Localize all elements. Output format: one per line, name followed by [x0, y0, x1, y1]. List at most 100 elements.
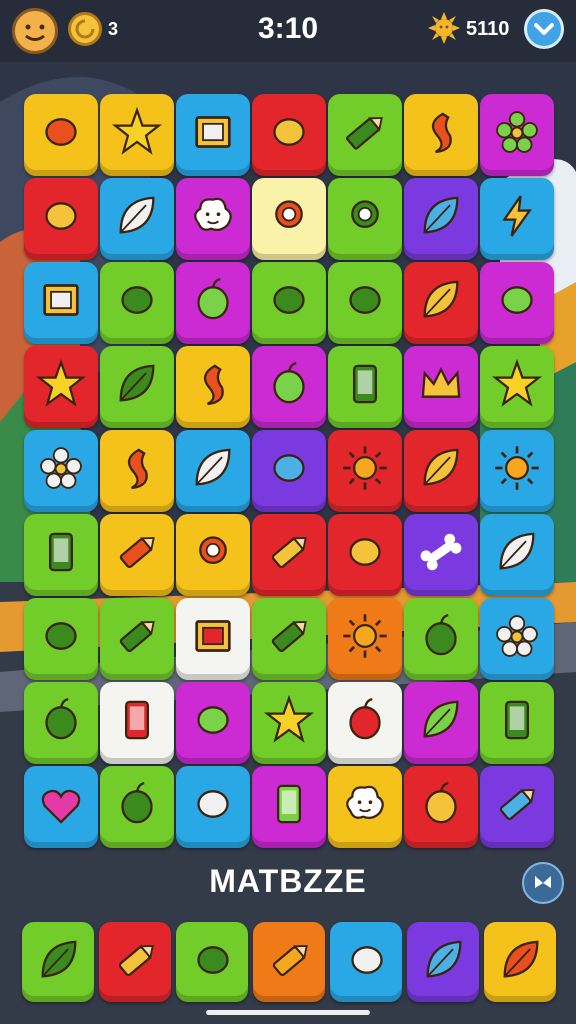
board-tile[interactable]: [480, 682, 554, 764]
board-tile[interactable]: [176, 262, 250, 344]
board-tile[interactable]: [24, 598, 98, 680]
apple-icon: [404, 766, 478, 842]
board-tile[interactable]: [100, 262, 174, 344]
board-tile[interactable]: [176, 514, 250, 596]
board-tile[interactable]: [480, 262, 554, 344]
leaf-icon: [404, 178, 478, 254]
board-tile[interactable]: [404, 430, 478, 512]
maple-leaf-icon: [404, 430, 478, 506]
board-tile[interactable]: [24, 682, 98, 764]
plum-icon: [24, 682, 98, 758]
phone-icon: [252, 766, 326, 842]
board-tile[interactable]: [252, 94, 326, 176]
diamond-sign-icon: [252, 262, 326, 338]
board-tile[interactable]: [480, 346, 554, 428]
board-tile[interactable]: [328, 262, 402, 344]
board-tile[interactable]: [100, 94, 174, 176]
game-title: MATBZZE: [209, 863, 367, 899]
board-tile[interactable]: [252, 682, 326, 764]
board-tile[interactable]: [252, 598, 326, 680]
board-tile[interactable]: [24, 262, 98, 344]
top-bar: 3 3:10 5110: [0, 0, 576, 62]
board-tile[interactable]: [328, 598, 402, 680]
board-tile[interactable]: [404, 178, 478, 260]
board-tile[interactable]: [24, 346, 98, 428]
tray-tile[interactable]: [484, 922, 556, 1002]
board-tile[interactable]: [252, 430, 326, 512]
board-tile[interactable]: [24, 430, 98, 512]
target-icon: [252, 178, 326, 254]
board-tile[interactable]: [100, 682, 174, 764]
board-tile[interactable]: [252, 262, 326, 344]
board-tile[interactable]: [480, 598, 554, 680]
board-tile[interactable]: [404, 766, 478, 848]
sun-icon: [428, 12, 460, 44]
board-tile[interactable]: [328, 514, 402, 596]
board-tile[interactable]: [100, 178, 174, 260]
board-tile[interactable]: [480, 430, 554, 512]
board-tile[interactable]: [252, 178, 326, 260]
board-tile[interactable]: [404, 514, 478, 596]
board-tile[interactable]: [404, 262, 478, 344]
board-tile[interactable]: [404, 346, 478, 428]
square-icon: [176, 598, 250, 674]
coin-icon: [68, 12, 102, 46]
board-tile[interactable]: [328, 430, 402, 512]
menu-button[interactable]: [524, 9, 564, 49]
coin-count: 3: [108, 19, 119, 39]
board-tile[interactable]: [328, 346, 402, 428]
apple-icon: [176, 262, 250, 338]
board-tile[interactable]: [24, 94, 98, 176]
drop-icon: [100, 430, 174, 506]
board-tile[interactable]: [100, 514, 174, 596]
board-tile[interactable]: [480, 514, 554, 596]
flag-icon: [330, 922, 404, 998]
board-tile[interactable]: [176, 430, 250, 512]
board-tile[interactable]: [176, 346, 250, 428]
board-tile[interactable]: [100, 766, 174, 848]
board-tile[interactable]: [176, 178, 250, 260]
tray-tile[interactable]: [253, 922, 325, 1002]
board-tile[interactable]: [24, 514, 98, 596]
leaf-icon: [404, 682, 478, 758]
star-icon: [480, 346, 554, 422]
board-tile[interactable]: [480, 178, 554, 260]
board-tile[interactable]: [176, 766, 250, 848]
chevron-down-icon: [534, 23, 554, 35]
tray-tile[interactable]: [99, 922, 171, 1002]
star-icon: [100, 94, 174, 170]
board-tile[interactable]: [176, 682, 250, 764]
board-tile[interactable]: [252, 346, 326, 428]
leaf-icon: [404, 262, 478, 338]
tray-tile[interactable]: [407, 922, 479, 1002]
board-tile[interactable]: [480, 766, 554, 848]
board-tile[interactable]: [176, 598, 250, 680]
board-tile[interactable]: [328, 766, 402, 848]
board-tile[interactable]: [100, 346, 174, 428]
heart-icon: [24, 766, 98, 842]
tray-tile[interactable]: [330, 922, 402, 1002]
tray-tile[interactable]: [176, 922, 248, 1002]
tray-tile[interactable]: [22, 922, 94, 1002]
board-tile[interactable]: [328, 682, 402, 764]
cloud-face-icon: [328, 766, 402, 842]
board-tile[interactable]: [404, 682, 478, 764]
sun-icon: [328, 430, 402, 506]
board-tile[interactable]: [100, 598, 174, 680]
player-avatar[interactable]: [12, 8, 58, 54]
board-tile[interactable]: [252, 514, 326, 596]
board-tile[interactable]: [404, 94, 478, 176]
board-tile[interactable]: [328, 94, 402, 176]
board-tile[interactable]: [24, 178, 98, 260]
leaf-icon: [480, 514, 554, 590]
board-tile[interactable]: [24, 766, 98, 848]
carrot-icon: [176, 922, 250, 998]
hint-button[interactable]: [522, 862, 564, 904]
tile-tray: [22, 922, 556, 1004]
board-tile[interactable]: [176, 94, 250, 176]
board-tile[interactable]: [252, 766, 326, 848]
board-tile[interactable]: [100, 430, 174, 512]
board-tile[interactable]: [328, 178, 402, 260]
board-tile[interactable]: [404, 598, 478, 680]
board-tile[interactable]: [480, 94, 554, 176]
